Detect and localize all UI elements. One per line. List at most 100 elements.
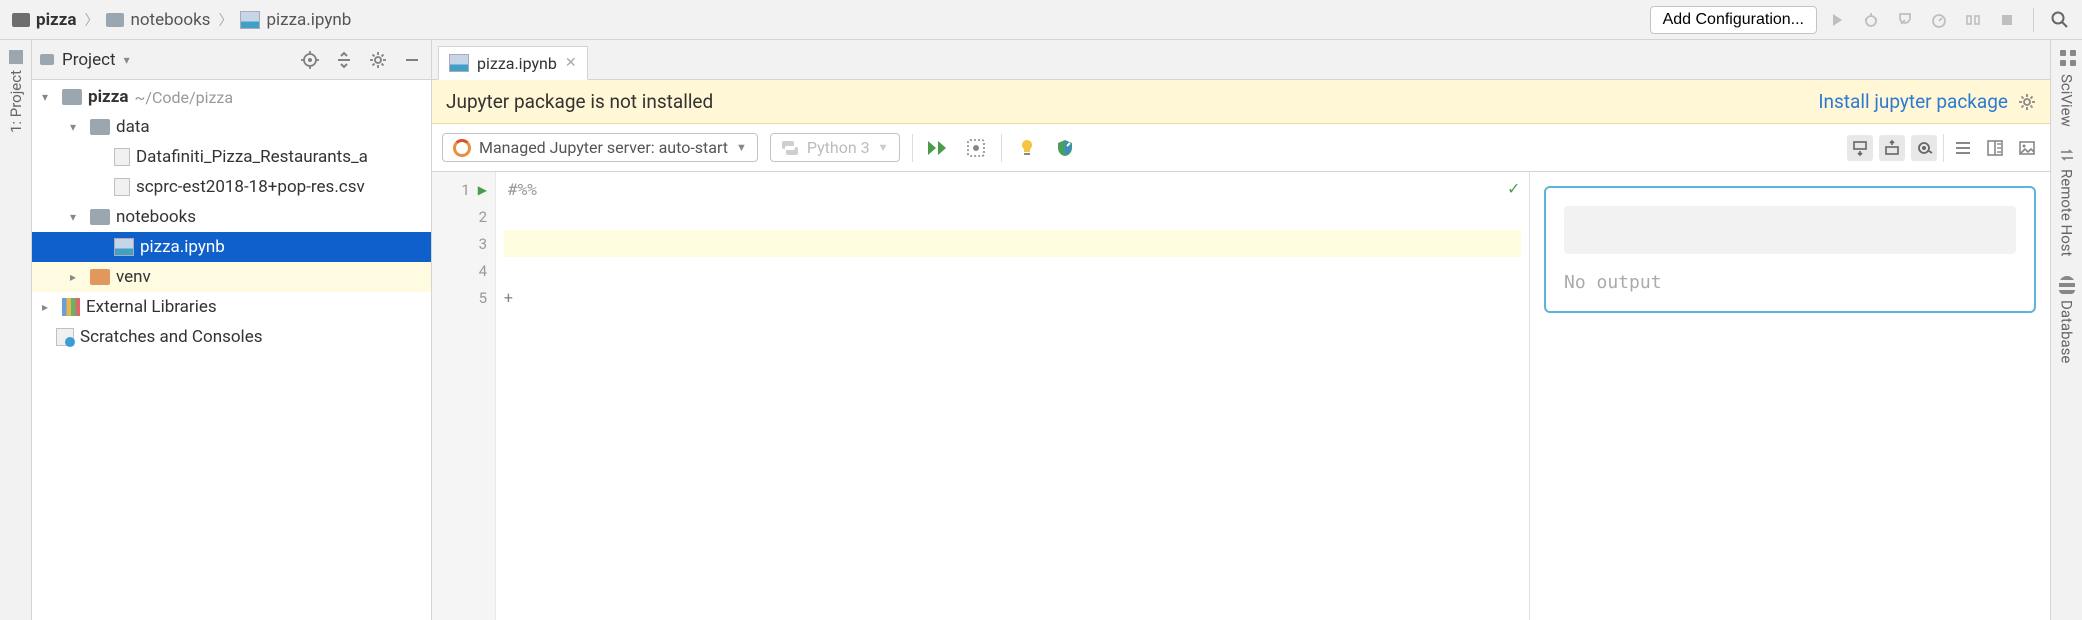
- gutter-row[interactable]: 5 +: [432, 284, 495, 311]
- gutter-row[interactable]: 2: [432, 203, 495, 230]
- gear-icon[interactable]: [2018, 93, 2036, 111]
- line-number: 2: [479, 208, 487, 226]
- separator: [2033, 8, 2034, 32]
- line-number: 1: [461, 181, 469, 199]
- breadcrumb-root[interactable]: pizza: [8, 8, 80, 32]
- code-line: [504, 257, 1521, 284]
- close-icon[interactable]: ✕: [565, 55, 577, 71]
- tree-external-libraries[interactable]: ▸ External Libraries: [32, 292, 431, 322]
- banner-message: Jupyter package is not installed: [446, 90, 1818, 113]
- tree-root-label: pizza: [88, 87, 128, 107]
- run-icon[interactable]: [1823, 6, 1851, 34]
- chevron-down-icon: ▼: [736, 141, 747, 154]
- sidebar-tools: [299, 49, 423, 71]
- navbar: pizza 〉 notebooks 〉 pizza.ipynb Add Conf…: [0, 0, 2082, 40]
- project-sidebar: Project ▾ ▾ pizza ~/Code/pizza ▾ data: [32, 40, 432, 620]
- tree-label: notebooks: [116, 207, 196, 227]
- search-icon[interactable]: [2046, 6, 2074, 34]
- output-cell[interactable]: No output: [1544, 186, 2036, 313]
- tree-root-path: ~/Code/pizza: [134, 88, 233, 107]
- concurrency-icon[interactable]: [1959, 6, 1987, 34]
- split-view-icon[interactable]: [1982, 135, 2008, 161]
- separator: [1001, 134, 1002, 162]
- tree-label: External Libraries: [86, 297, 217, 317]
- expand-all-icon[interactable]: [333, 49, 355, 71]
- remotehost-tool-tab[interactable]: Remote Host: [2054, 137, 2080, 266]
- tree-folder-notebooks[interactable]: ▾ notebooks: [32, 202, 431, 232]
- breadcrumb-root-label: pizza: [36, 10, 76, 30]
- insert-cell-above-icon[interactable]: [1879, 135, 1905, 161]
- remotehost-label: Remote Host: [2058, 169, 2076, 256]
- gutter-row[interactable]: 3: [432, 230, 495, 257]
- coverage-icon[interactable]: [1891, 6, 1919, 34]
- list-view-icon[interactable]: [1950, 135, 1976, 161]
- output-placeholder: [1564, 206, 2016, 254]
- jupyter-icon: [453, 139, 471, 157]
- kernel-dropdown[interactable]: Python 3 ▼: [770, 133, 900, 162]
- separator: [1943, 134, 1944, 162]
- code-line: #%%: [504, 176, 1521, 203]
- locate-icon[interactable]: [299, 49, 321, 71]
- trusted-icon[interactable]: [1052, 135, 1078, 161]
- scroll-from-source-icon[interactable]: [1911, 135, 1937, 161]
- code-pane: 1 ▶ 2 3 4 5 +: [432, 172, 1530, 620]
- code-line: [504, 284, 1521, 311]
- editor-tab-bar: pizza.ipynb ✕: [432, 40, 2050, 80]
- run-all-icon[interactable]: [925, 135, 951, 161]
- add-configuration-button[interactable]: Add Configuration...: [1650, 6, 1817, 34]
- output-pane: No output: [1530, 172, 2050, 620]
- install-jupyter-link[interactable]: Install jupyter package: [1818, 90, 2008, 113]
- database-tool-tab[interactable]: Database: [2054, 266, 2080, 373]
- debug-cell-icon[interactable]: [963, 135, 989, 161]
- tree-scratches[interactable]: Scratches and Consoles: [32, 322, 431, 352]
- tree-file[interactable]: Datafiniti_Pizza_Restaurants_a: [32, 142, 431, 172]
- jupyter-server-dropdown[interactable]: Managed Jupyter server: auto-start ▼: [442, 133, 758, 162]
- sciview-tool-tab[interactable]: SciView: [2054, 40, 2080, 137]
- tree-file-selected[interactable]: pizza.ipynb: [32, 232, 431, 262]
- tree-label: scprc-est2018-18+pop-res.csv: [136, 177, 365, 197]
- tree-label: pizza.ipynb: [140, 237, 225, 257]
- sidebar-title[interactable]: Project ▾: [40, 50, 291, 70]
- breadcrumb-folder[interactable]: notebooks: [102, 8, 214, 32]
- libraries-icon: [62, 298, 80, 316]
- main-area: 1: Project Project ▾ ▾ pizza ~/Cod: [0, 40, 2082, 620]
- image-view-icon[interactable]: [2014, 135, 2040, 161]
- breadcrumb-file[interactable]: pizza.ipynb: [236, 8, 355, 32]
- hide-icon[interactable]: [401, 49, 423, 71]
- lightbulb-icon[interactable]: [1014, 135, 1040, 161]
- editor-tab-label: pizza.ipynb: [477, 54, 557, 73]
- chevron-down-icon: ▾: [124, 53, 130, 67]
- sidebar-title-label: Project: [62, 50, 116, 70]
- notebook-file-icon: [114, 238, 134, 256]
- tree-folder-data[interactable]: ▾ data: [32, 112, 431, 142]
- tree-file[interactable]: scprc-est2018-18+pop-res.csv: [32, 172, 431, 202]
- insert-cell-below-icon[interactable]: [1847, 135, 1873, 161]
- right-tool-strip: SciView Remote Host Database: [2050, 40, 2082, 620]
- chevron-right-icon: ▸: [42, 300, 56, 314]
- stop-icon[interactable]: [1993, 6, 2021, 34]
- tree-folder-venv[interactable]: ▸ venv: [32, 262, 431, 292]
- debug-icon[interactable]: [1857, 6, 1885, 34]
- gutter-row[interactable]: 1 ▶: [432, 176, 495, 203]
- tree-root[interactable]: ▾ pizza ~/Code/pizza: [32, 82, 431, 112]
- folder-icon: [12, 13, 30, 27]
- gear-icon[interactable]: [367, 49, 389, 71]
- gutter: 1 ▶ 2 3 4 5 +: [432, 172, 496, 620]
- editor-tab[interactable]: pizza.ipynb ✕: [438, 46, 588, 80]
- notebook-file-icon: [240, 11, 260, 29]
- left-tool-strip: 1: Project: [0, 40, 32, 620]
- chevron-right-icon: ▸: [70, 270, 84, 284]
- notebook-body: 1 ▶ 2 3 4 5 +: [432, 172, 2050, 620]
- profiler-icon[interactable]: [1925, 6, 1953, 34]
- tree-label: Scratches and Consoles: [80, 327, 262, 347]
- separator: [912, 134, 913, 162]
- code-editor[interactable]: #%% ✓: [496, 172, 1529, 620]
- line-number: 3: [479, 235, 487, 253]
- run-cell-icon[interactable]: ▶: [478, 183, 487, 197]
- folder-icon: [62, 89, 82, 105]
- notification-banner: Jupyter package is not installed Install…: [432, 80, 2050, 124]
- gutter-row[interactable]: 4: [432, 257, 495, 284]
- folder-icon: [90, 209, 110, 225]
- project-tool-tab[interactable]: 1: Project: [3, 40, 29, 143]
- project-tree: ▾ pizza ~/Code/pizza ▾ data Datafiniti_P…: [32, 80, 431, 352]
